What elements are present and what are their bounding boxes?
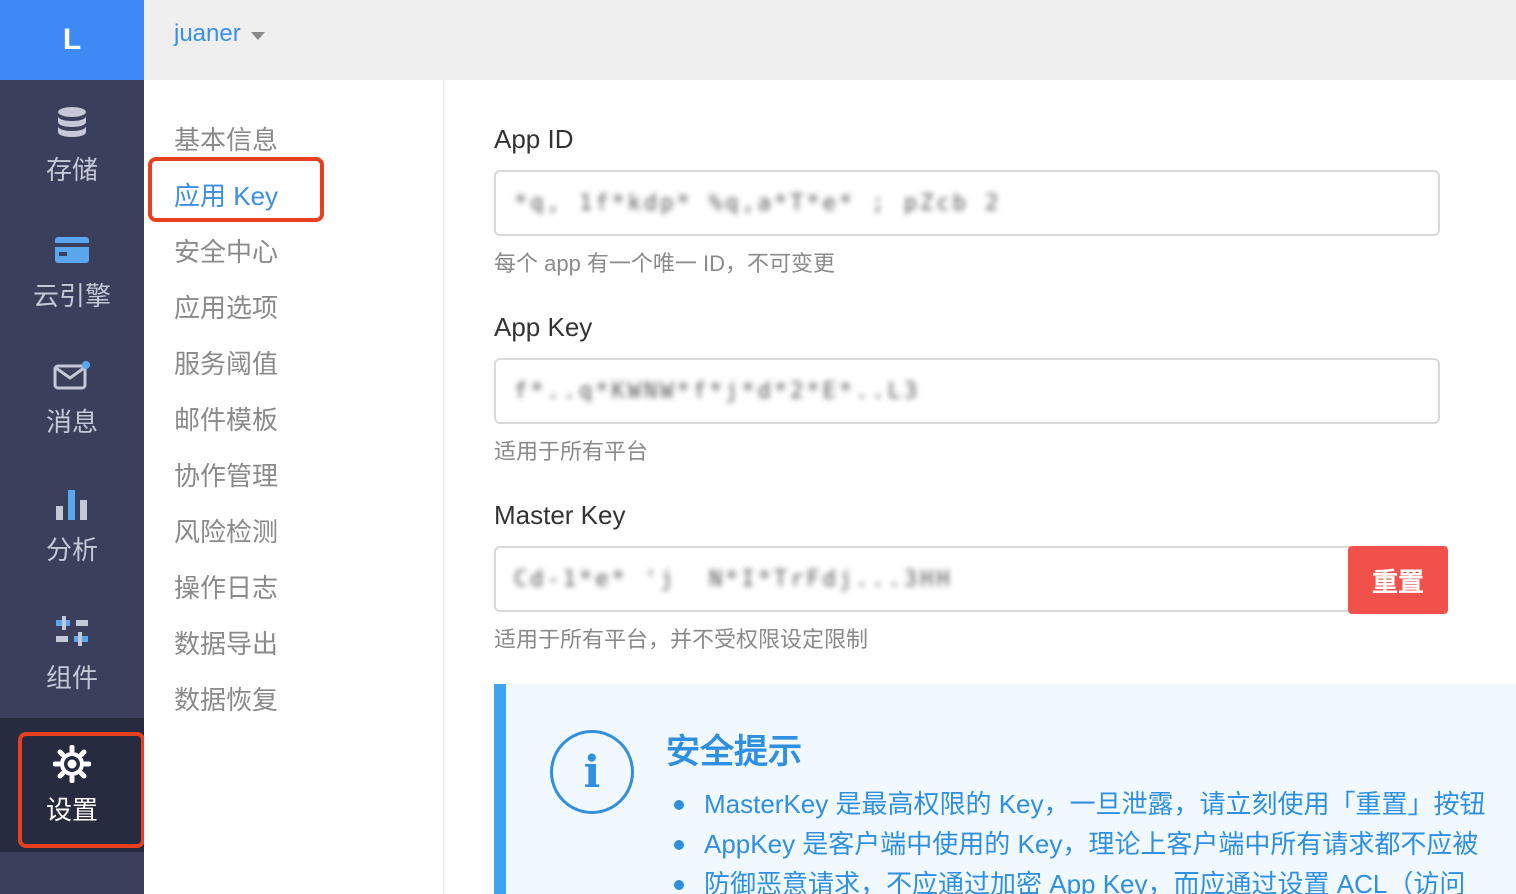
notice-item: 防御恶意请求，不应通过加密 App Key，而应通过设置 ACL（访问: [666, 864, 1516, 894]
app-name: juaner: [174, 20, 241, 47]
submenu-item-data-export[interactable]: 数据导出: [174, 624, 278, 661]
submenu-item-collaboration[interactable]: 协作管理: [174, 456, 278, 493]
notice-item: AppKey 是客户端中使用的 Key，理论上客户端中所有请求都不应被: [666, 824, 1516, 864]
app-logo[interactable]: L: [0, 0, 144, 80]
submenu-item-risk-detection[interactable]: 风险检测: [174, 512, 278, 549]
sidebar-item-cloud-engine[interactable]: 云引擎: [0, 230, 144, 313]
reset-master-key-button[interactable]: 重置: [1348, 546, 1448, 614]
app-key-help: 适用于所有平台: [494, 439, 649, 464]
app-switcher[interactable]: juaner: [174, 20, 265, 48]
sidebar-item-label: 组件: [45, 663, 98, 693]
app-id-label: App ID: [494, 124, 574, 154]
cloud-engine-icon: [52, 230, 92, 270]
submenu-item-service-threshold[interactable]: 服务阈值: [174, 344, 278, 381]
submenu-item-basic-info[interactable]: 基本信息: [174, 120, 278, 157]
master-key-field[interactable]: [494, 546, 1350, 612]
app-key-input[interactable]: [514, 378, 1438, 404]
submenu-item-operation-log[interactable]: 操作日志: [174, 568, 278, 605]
app-id-field[interactable]: [494, 170, 1440, 236]
master-key-help: 适用于所有平台，并不受权限设定限制: [494, 627, 869, 652]
submenu-item-data-restore[interactable]: 数据恢复: [174, 680, 278, 717]
main-content: App ID 每个 app 有一个唯一 ID，不可变更 App Key 适用于所…: [444, 80, 1516, 894]
caret-down-icon: [250, 32, 265, 40]
sidebar-item-analytics[interactable]: 分析: [0, 484, 144, 567]
app-id-help: 每个 app 有一个唯一 ID，不可变更: [494, 251, 836, 276]
notice-title: 安全提示: [666, 733, 802, 771]
master-key-input[interactable]: [514, 566, 1348, 592]
submenu-item-email-templates[interactable]: 邮件模板: [174, 400, 278, 437]
sidebar-item-storage[interactable]: 存储: [0, 104, 144, 187]
submenu-item-app-options[interactable]: 应用选项: [174, 288, 278, 325]
sidebar-item-label: 存储: [45, 155, 98, 185]
highlight-box-settings: [18, 732, 145, 848]
notice-list: MasterKey 是最高权限的 Key，一旦泄露，请立刻使用「重置」按钮 Ap…: [666, 784, 1516, 894]
main-sidebar: L 存储 云引擎 消息 分析 组件 设置: [0, 0, 145, 894]
app-id-input[interactable]: [514, 190, 1438, 216]
sidebar-item-label: 云引擎: [32, 281, 111, 311]
top-bar: juaner: [144, 0, 1516, 80]
master-key-label: Master Key: [494, 500, 626, 530]
bar-chart-icon: [52, 484, 92, 524]
notice-item: MasterKey 是最高权限的 Key，一旦泄露，请立刻使用「重置」按钮: [666, 784, 1516, 824]
security-notice: i 安全提示 MasterKey 是最高权限的 Key，一旦泄露，请立刻使用「重…: [494, 684, 1516, 894]
info-icon: i: [550, 730, 634, 814]
database-icon: [52, 104, 92, 144]
submenu-item-security-center[interactable]: 安全中心: [174, 232, 278, 269]
app-key-label: App Key: [494, 312, 593, 342]
sidebar-item-label: 分析: [45, 535, 98, 565]
sidebar-item-components[interactable]: 组件: [0, 612, 144, 695]
highlight-box-app-key: [148, 157, 324, 222]
sidebar-item-message[interactable]: 消息: [0, 356, 144, 439]
message-icon: [52, 356, 92, 396]
components-icon: [52, 612, 92, 652]
sidebar-item-label: 消息: [45, 407, 98, 437]
app-key-field[interactable]: [494, 358, 1440, 424]
